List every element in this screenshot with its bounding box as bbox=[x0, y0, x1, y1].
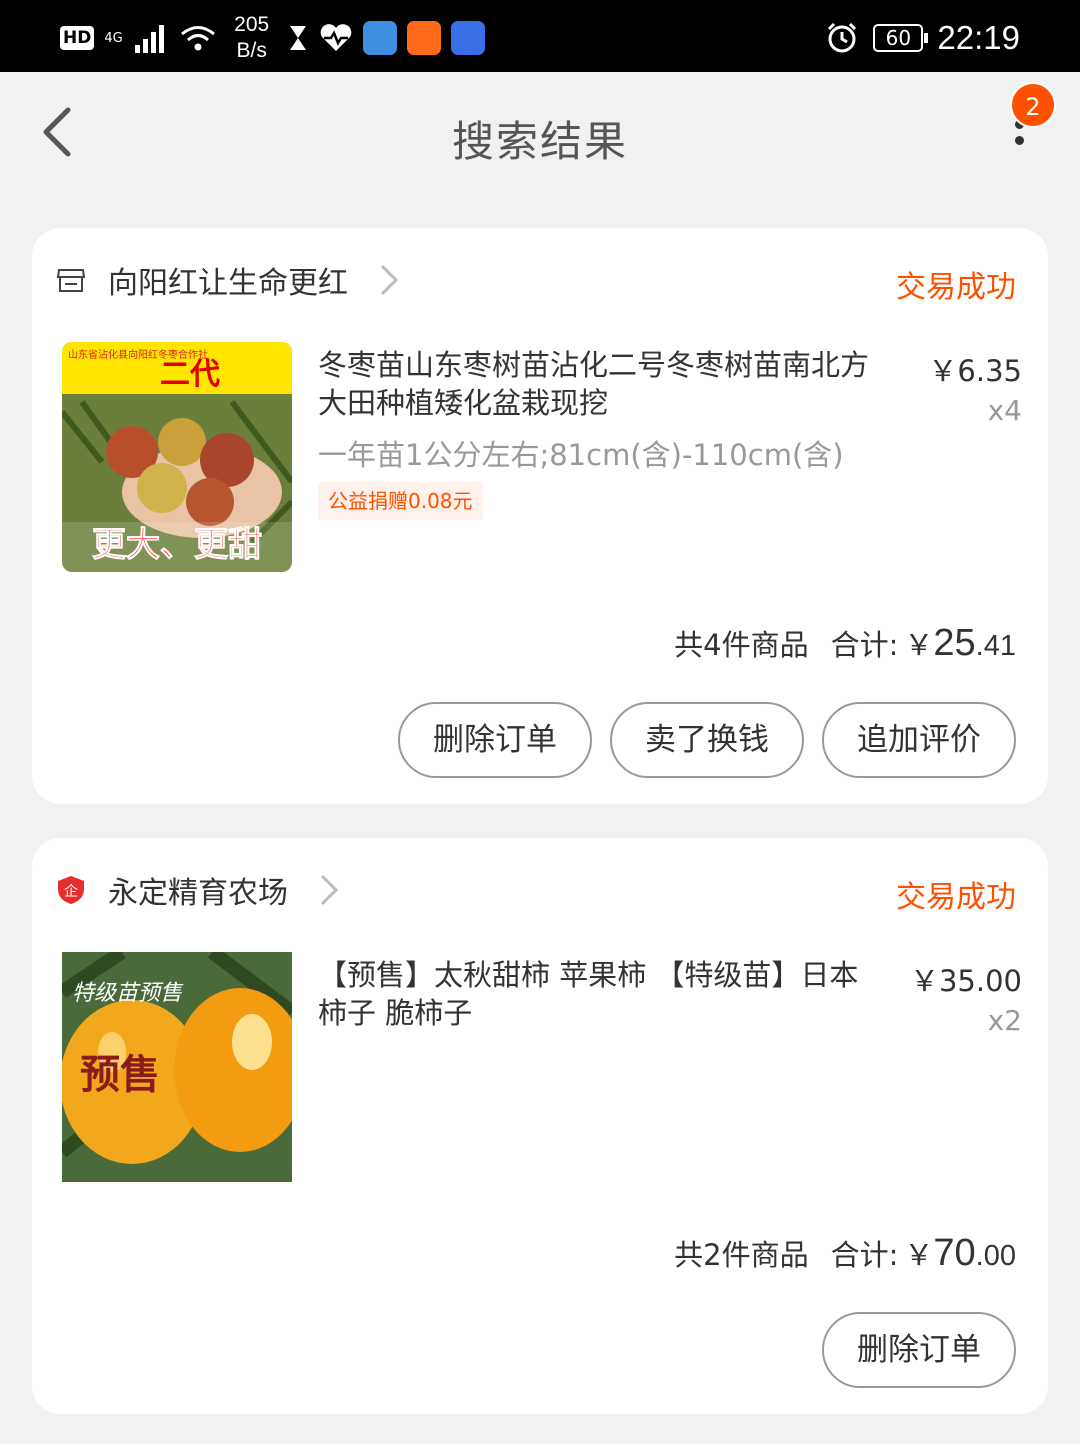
delete-order-button[interactable]: 删除订单 bbox=[398, 702, 592, 778]
order-actions: 删除订单 卖了换钱 追加评价 bbox=[398, 702, 1016, 778]
network-speed: 205 B/s bbox=[227, 12, 277, 64]
chevron-right-icon bbox=[320, 874, 339, 906]
resell-button[interactable]: 卖了换钱 bbox=[610, 702, 804, 778]
unit-price: ￥6.35 bbox=[928, 354, 1022, 388]
order-summary: 共2件商品 合计: ￥ 70 .00 bbox=[674, 1232, 1016, 1275]
status-bar-left: HD 4G 205 B/s bbox=[60, 8, 485, 68]
thumb-caption-bottom: 更大、更甜 bbox=[92, 525, 262, 565]
product-title[interactable]: 【预售】太秋甜柿 苹果柿 【特级苗】日本柿子 脆柿子 bbox=[318, 956, 884, 1032]
status-bar-right: 60 22:19 bbox=[825, 10, 1020, 66]
product-thumbnail[interactable]: 特级苗预售 预售 bbox=[62, 952, 292, 1182]
hd-indicator: HD bbox=[60, 26, 95, 50]
baidu-icon bbox=[450, 21, 485, 55]
unit-price: ￥35.00 bbox=[909, 964, 1022, 998]
shop-link[interactable]: 企 永定精育农场 bbox=[56, 868, 340, 912]
order-actions: 删除订单 bbox=[822, 1312, 1016, 1388]
enterprise-shield-icon: 企 bbox=[58, 876, 84, 904]
total-label: 合计: bbox=[830, 1238, 899, 1272]
item-count: 共4件商品 bbox=[674, 628, 809, 662]
page-title: 搜索结果 bbox=[451, 117, 628, 166]
battery-indicator: 60 bbox=[873, 24, 929, 52]
app-notification-blue-icon bbox=[362, 21, 397, 55]
wifi-icon bbox=[180, 26, 215, 51]
more-dot-icon bbox=[1014, 136, 1024, 145]
page-header: 搜索结果 2 bbox=[0, 72, 1080, 202]
add-review-button[interactable]: 追加评价 bbox=[822, 702, 1016, 778]
total-decimal: .41 bbox=[975, 630, 1016, 662]
shield-icon-text: 企 bbox=[64, 883, 78, 900]
network-type: 4G bbox=[104, 30, 123, 46]
thumb-caption-top: 特级苗预售 bbox=[72, 981, 184, 1006]
status-bar: HD 4G 205 B/s 60 22:19 bbox=[0, 0, 1080, 72]
charity-tag: 公益捐赠0.08元 bbox=[318, 482, 483, 520]
shop-name: 永定精育农场 bbox=[108, 876, 288, 911]
thumb-caption-generation: 二代 bbox=[160, 357, 220, 392]
order-status: 交易成功 bbox=[896, 880, 1016, 915]
speed-value: 205 bbox=[234, 13, 270, 36]
item-count: 共2件商品 bbox=[674, 1238, 809, 1272]
order-status: 交易成功 bbox=[896, 270, 1016, 305]
quantity: x2 bbox=[987, 1004, 1022, 1037]
store-icon bbox=[56, 269, 86, 292]
currency-symbol: ￥ bbox=[904, 1238, 934, 1272]
hourglass-icon bbox=[289, 26, 306, 50]
order-summary: 共4件商品 合计: ￥ 25 .41 bbox=[674, 622, 1016, 665]
quantity: x4 bbox=[987, 394, 1022, 427]
clock-time: 22:19 bbox=[937, 19, 1020, 56]
persimmon-product-image: 特级苗预售 预售 bbox=[62, 952, 292, 1182]
order-card[interactable]: 企 永定精育农场 交易成功 特级苗预售 预售 【预售】太秋甜柿 苹果柿 【特级苗… bbox=[32, 838, 1048, 1414]
total-label: 合计: bbox=[830, 628, 899, 662]
video-app-icon bbox=[406, 21, 441, 55]
order-card[interactable]: 向阳红让生命更红 交易成功 山东省沾化县向阳红冬枣合作社 二代 更大、更甜 冬枣… bbox=[32, 228, 1048, 804]
total-integer: 25 bbox=[933, 622, 976, 664]
product-sku: 一年苗1公分左右;81cm(含)-110cm(含) bbox=[318, 438, 844, 472]
signal-icon bbox=[134, 25, 164, 53]
speed-unit: B/s bbox=[236, 39, 267, 62]
thumb-caption-presale: 预售 bbox=[80, 1051, 160, 1098]
shop-link[interactable]: 向阳红让生命更红 bbox=[56, 258, 400, 302]
chevron-right-icon bbox=[380, 264, 399, 296]
winter-jujube-product-image: 山东省沾化县向阳红冬枣合作社 二代 更大、更甜 bbox=[62, 342, 292, 572]
total-decimal: .00 bbox=[975, 1240, 1016, 1272]
delete-order-button[interactable]: 删除订单 bbox=[822, 1312, 1016, 1388]
product-thumbnail[interactable]: 山东省沾化县向阳红冬枣合作社 二代 更大、更甜 bbox=[62, 342, 292, 572]
currency-symbol: ￥ bbox=[904, 628, 934, 662]
alarm-clock-icon bbox=[828, 22, 857, 53]
total-integer: 70 bbox=[933, 1232, 976, 1274]
health-heart-icon bbox=[320, 24, 352, 51]
notification-badge: 2 bbox=[1010, 82, 1056, 128]
product-title[interactable]: 冬枣苗山东枣树苗沾化二号冬枣树苗南北方大田种植矮化盆栽现挖 bbox=[318, 346, 884, 422]
shop-name: 向阳红让生命更红 bbox=[108, 266, 348, 301]
